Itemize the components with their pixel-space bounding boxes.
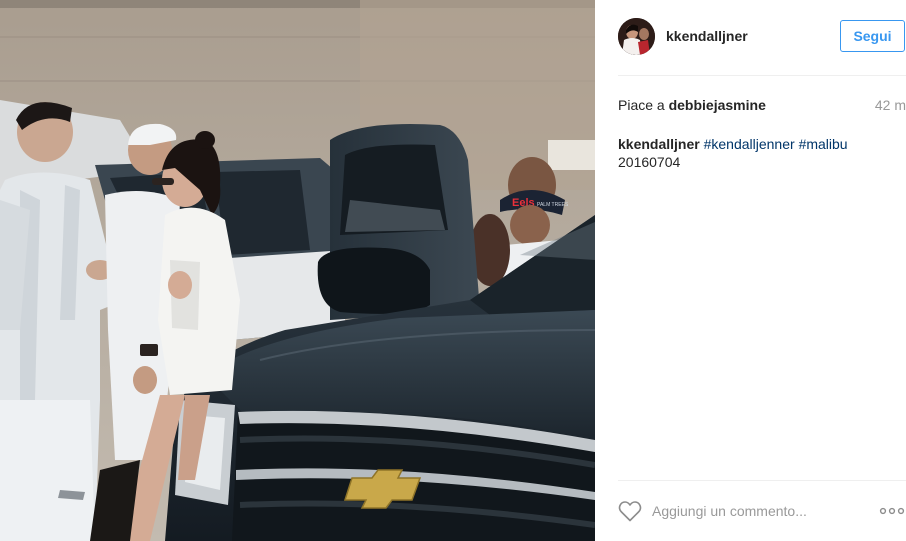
post-author-username[interactable]: kkendalljner: [666, 28, 748, 44]
more-options-icon[interactable]: [879, 501, 905, 521]
post-timestamp[interactable]: 42 m: [846, 97, 906, 113]
post-caption: kkendalljner #kendalljenner #malibu 2016…: [618, 135, 888, 171]
likes-prefix: Piace a: [618, 97, 665, 113]
likes-line: Piace a debbiejasmine: [618, 97, 766, 113]
avatar[interactable]: [618, 18, 655, 55]
caption-username[interactable]: kkendalljner: [618, 136, 700, 152]
caption-date-text: 20160704: [618, 154, 681, 170]
cap-small-text: PALM TREES: [537, 202, 569, 208]
header-divider: [618, 75, 906, 76]
post-photo[interactable]: Eels PALM TREES: [0, 0, 595, 541]
avatar-image: [618, 18, 655, 55]
instagram-post: Eels PALM TREES kkendalljner Segui Piace…: [0, 0, 906, 541]
comment-bar: [595, 481, 906, 541]
hashtag-link[interactable]: #malibu: [799, 136, 848, 152]
heart-icon[interactable]: [618, 500, 642, 522]
follow-button[interactable]: Segui: [840, 20, 905, 52]
person-woman-lace-dress: [158, 207, 240, 395]
post-side-panel: kkendalljner Segui Piace a debbiejasmine…: [595, 0, 906, 541]
photo-illustration: Eels PALM TREES: [0, 0, 595, 541]
post-header: kkendalljner Segui: [595, 0, 906, 75]
comment-input[interactable]: [652, 498, 852, 524]
liked-by-username[interactable]: debbiejasmine: [669, 97, 766, 113]
hashtag-link[interactable]: #kendalljenner: [704, 136, 795, 152]
truck-side-mirror: [317, 247, 430, 314]
